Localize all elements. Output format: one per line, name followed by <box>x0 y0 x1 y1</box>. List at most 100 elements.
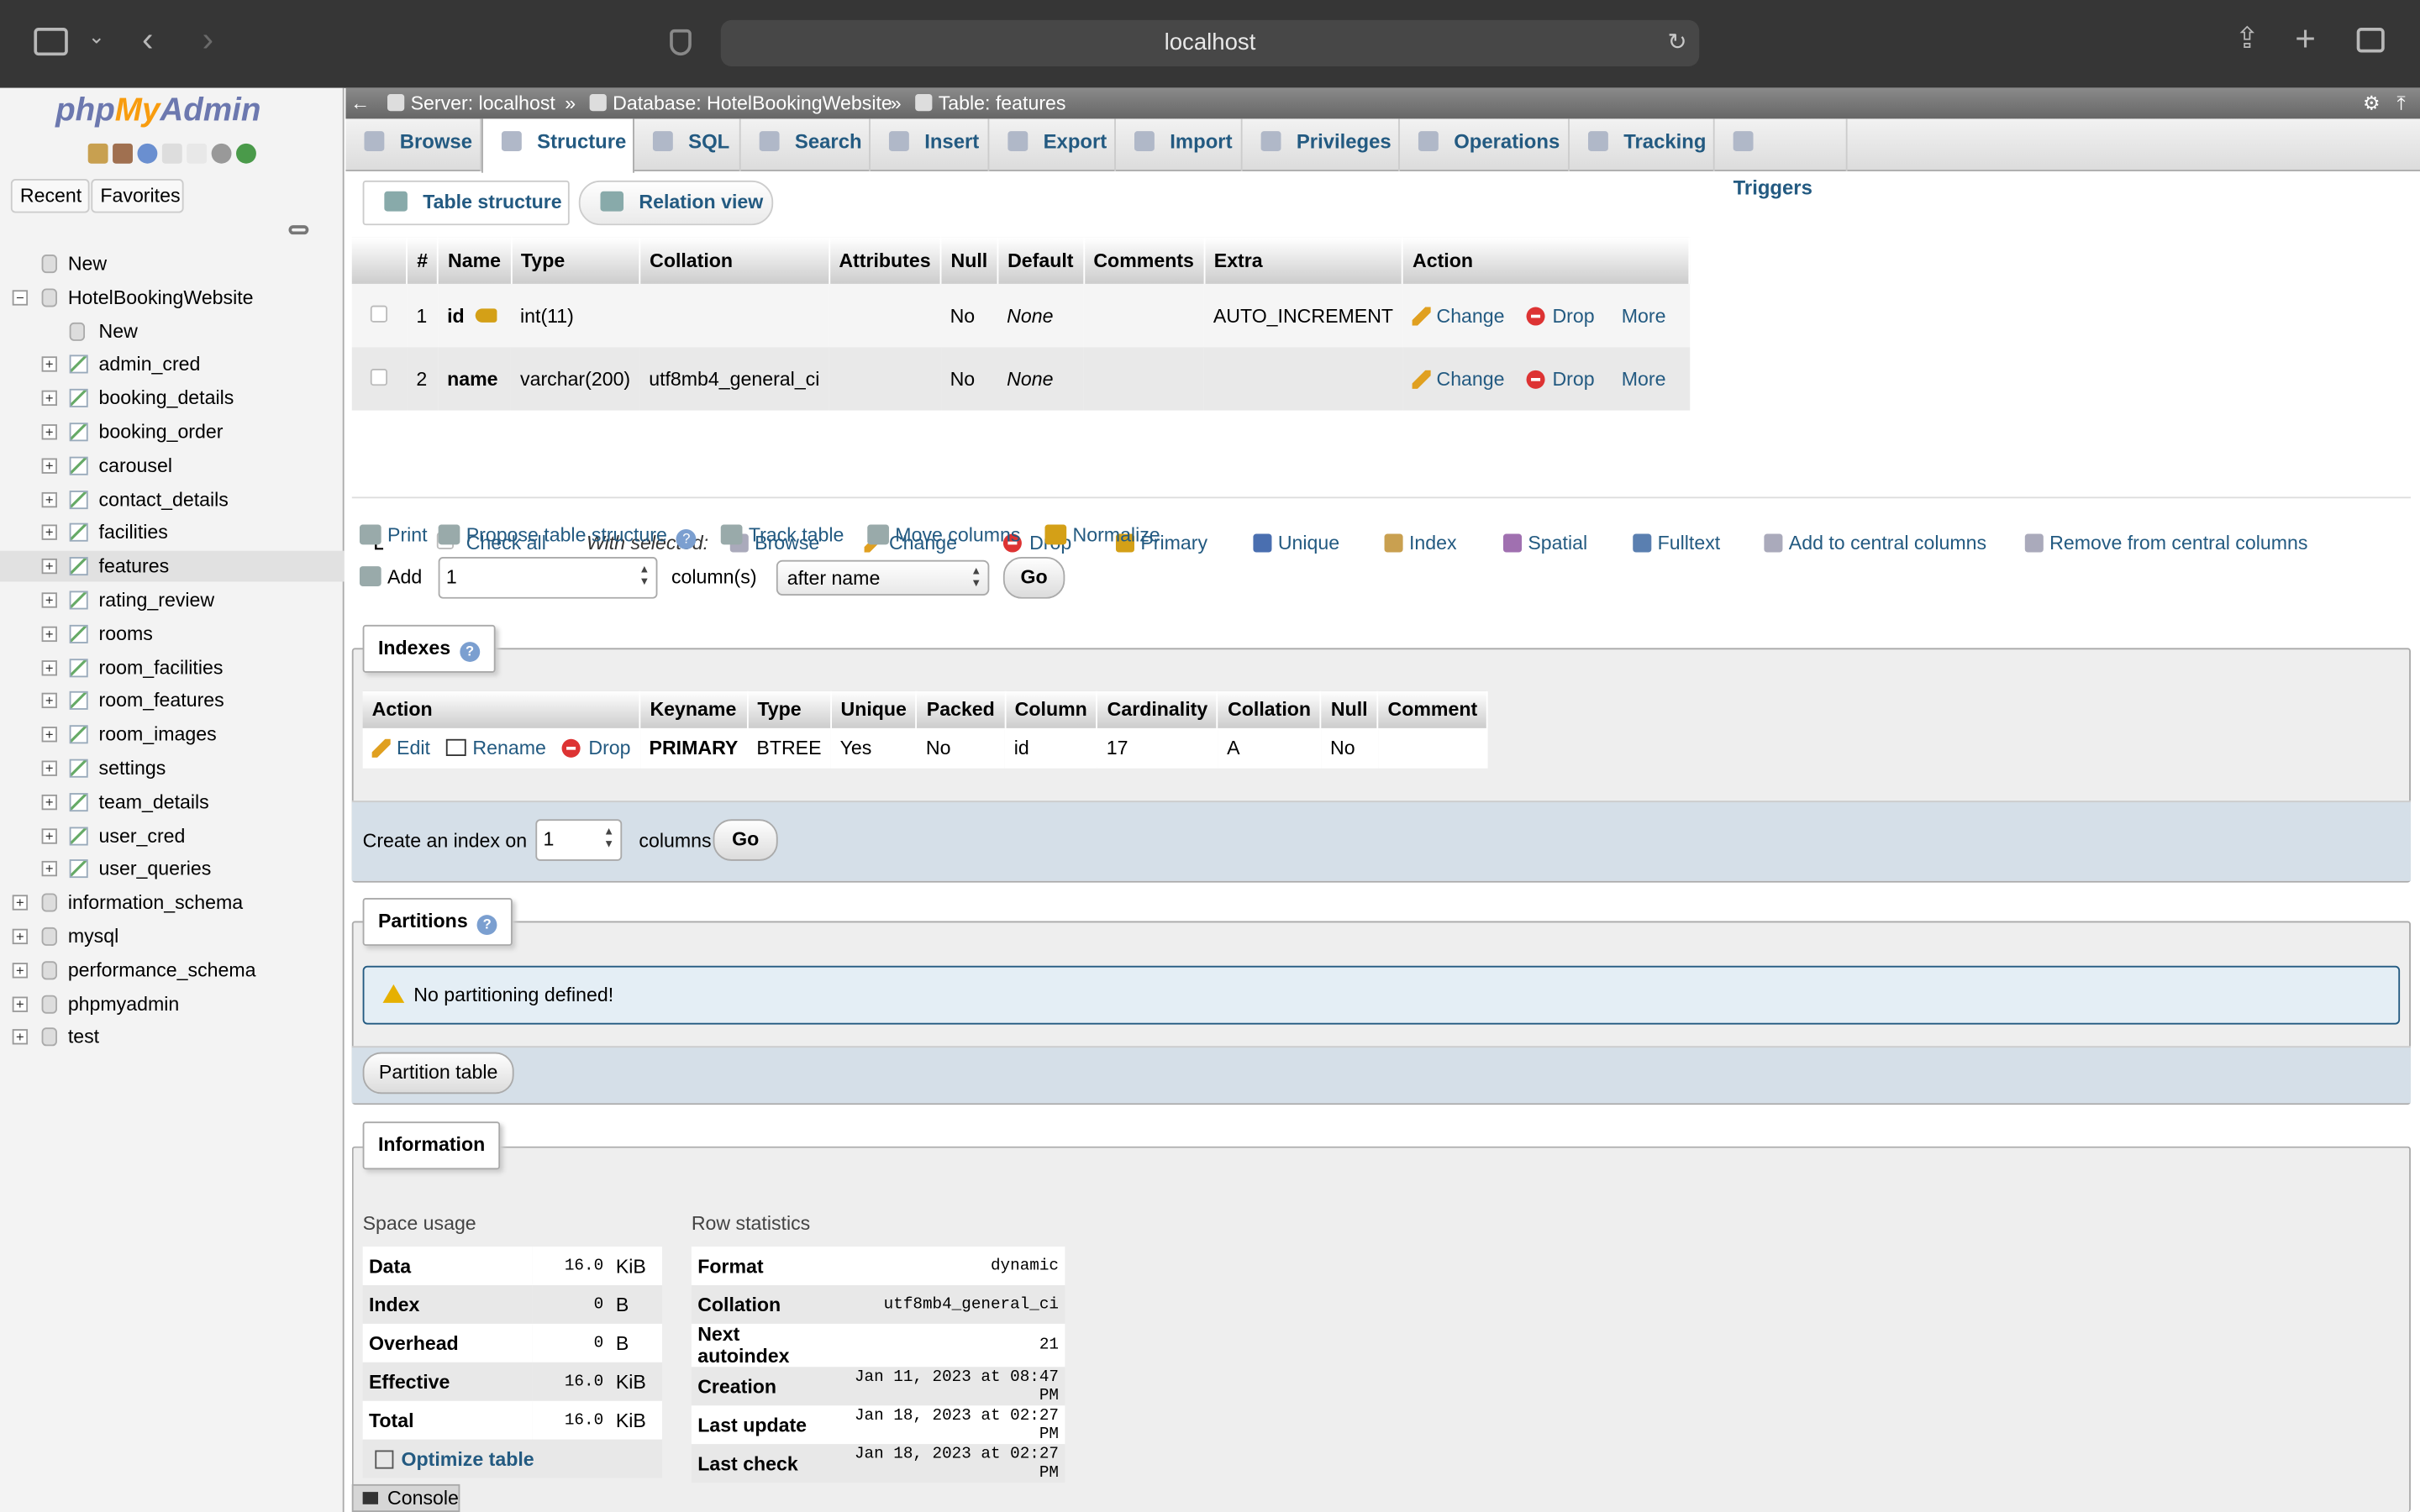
drop-index-button[interactable]: Drop <box>562 738 631 759</box>
phpmyadmin-logo[interactable]: phpMyAdmin <box>55 92 260 129</box>
forward-icon[interactable]: › <box>203 20 213 60</box>
rename-index-button[interactable]: Rename <box>446 738 546 759</box>
tree-item[interactable]: + user_queries <box>0 853 345 885</box>
favorites-button[interactable]: Favorites <box>91 179 184 213</box>
expand-icon[interactable]: + <box>41 592 57 608</box>
move-columns-link[interactable]: Move columns <box>867 523 1020 548</box>
expand-icon[interactable]: + <box>12 928 29 945</box>
tree-item-label[interactable]: test <box>68 1022 99 1053</box>
shield-icon[interactable] <box>670 29 692 56</box>
column-header[interactable]: Extra <box>1203 237 1403 284</box>
tab-triggers[interactable]: Triggers <box>1715 118 1848 199</box>
column-header[interactable]: Default <box>997 237 1085 284</box>
table-row[interactable]: 1 id int(11) No None AUTO_INCREMENT Chan… <box>351 283 1690 348</box>
tab-sql[interactable]: SQL <box>634 118 741 171</box>
add-column-count-input[interactable]: 1 ▲ ▼ <box>438 557 658 599</box>
tab-structure[interactable]: Structure <box>481 118 634 173</box>
column-header[interactable]: Null <box>940 237 999 284</box>
expand-icon[interactable]: + <box>41 827 57 843</box>
new-tab-icon[interactable]: + <box>2295 18 2316 60</box>
add-central-columns-button[interactable]: Add to central columns <box>1764 529 1986 557</box>
subtab-table-structure[interactable]: Table structure <box>362 180 570 226</box>
tree-item[interactable]: + booking_details <box>0 383 345 414</box>
change-button[interactable]: Change <box>1412 305 1505 327</box>
tree-item[interactable]: + user_cred <box>0 820 345 851</box>
tree-item[interactable]: New <box>0 316 345 347</box>
tree-item-label[interactable]: contact_details <box>99 484 229 515</box>
column-position-select[interactable]: after name ▲ ▼ <box>776 559 990 596</box>
tab-overview-icon[interactable] <box>2356 28 2385 53</box>
docs-icon-2[interactable] <box>187 143 208 164</box>
tree-item[interactable]: + rating_review <box>0 585 345 616</box>
expand-icon[interactable]: + <box>41 491 57 507</box>
expand-icon[interactable]: + <box>41 424 57 440</box>
row-checkbox[interactable] <box>371 304 388 322</box>
expand-icon[interactable]: + <box>12 995 29 1012</box>
tab-operations[interactable]: Operations <box>1400 118 1570 171</box>
tree-item-label[interactable]: HotelBookingWebsite <box>68 282 254 313</box>
link-icon[interactable] <box>288 225 309 235</box>
column-header[interactable]: Type <box>510 237 641 284</box>
help-icon[interactable]: ? <box>676 528 697 549</box>
recent-button[interactable]: Recent <box>10 179 90 213</box>
tab-import[interactable]: Import <box>1116 118 1243 171</box>
subtab-relation-view[interactable]: Relation view <box>578 180 774 226</box>
drop-button[interactable]: Drop <box>1526 305 1595 327</box>
tree-item[interactable]: − HotelBookingWebsite <box>0 282 345 313</box>
expand-icon[interactable]: + <box>41 626 57 642</box>
share-icon[interactable]: ⇪ <box>2235 22 2260 57</box>
gear-icon[interactable]: ⚙ <box>2363 88 2381 119</box>
stepper-icon[interactable]: ▲ ▼ <box>639 564 650 589</box>
add-column-go-button[interactable]: Go <box>1002 557 1065 599</box>
tree-item[interactable]: + information_schema <box>0 887 345 918</box>
propose-structure-link[interactable]: Propose table structure? <box>438 523 697 549</box>
create-index-count-input[interactable]: 1 ▲ ▼ <box>535 819 623 861</box>
expand-icon[interactable]: + <box>12 895 29 911</box>
normalize-link[interactable]: Normalize <box>1044 523 1160 548</box>
track-table-link[interactable]: Track table <box>720 523 844 548</box>
optimize-table-link[interactable]: Optimize table <box>363 1440 662 1478</box>
tree-item-label[interactable]: information_schema <box>68 887 243 918</box>
tree-item[interactable]: + performance_schema <box>0 955 345 986</box>
create-index-go-button[interactable]: Go <box>713 819 778 861</box>
tree-item[interactable]: New <box>0 249 345 280</box>
breadcrumb-server[interactable]: Server: localhost <box>387 88 555 119</box>
collapse-icon[interactable]: − <box>12 289 29 306</box>
tree-item[interactable]: + rooms <box>0 618 345 649</box>
breadcrumb-database[interactable]: Database: HotelBookingWebsite <box>589 88 892 119</box>
expand-icon[interactable]: + <box>41 357 57 373</box>
tree-item-label[interactable]: carousel <box>99 450 172 481</box>
breadcrumb-table[interactable]: Table: features <box>915 88 1065 119</box>
tree-item[interactable]: + test <box>0 1022 345 1053</box>
expand-icon[interactable]: + <box>41 659 57 675</box>
remove-central-columns-button[interactable]: Remove from central columns <box>2024 529 2307 557</box>
reload-icon[interactable] <box>236 143 256 164</box>
tree-item-label[interactable]: room_images <box>99 719 217 750</box>
tree-item-label[interactable]: admin_cred <box>99 349 201 381</box>
bulk-spatial-button[interactable]: Spatial <box>1502 529 1587 557</box>
tab-privileges[interactable]: Privileges <box>1243 118 1400 171</box>
tree-item-label[interactable]: rating_review <box>99 585 215 616</box>
help-icon[interactable]: ? <box>476 915 497 936</box>
home-icon[interactable] <box>87 143 108 164</box>
tree-item[interactable]: + team_details <box>0 786 345 817</box>
tree-item[interactable]: + settings <box>0 753 345 784</box>
row-checkbox[interactable] <box>371 368 388 386</box>
expand-icon[interactable]: + <box>41 794 57 810</box>
tree-item[interactable]: + facilities <box>0 517 345 549</box>
exit-icon[interactable] <box>113 143 133 164</box>
tree-item-label[interactable]: rooms <box>99 618 153 649</box>
console-toggle[interactable]: Console <box>351 1483 460 1512</box>
reload-icon[interactable]: ↻ <box>1667 20 1686 66</box>
tree-item-label[interactable]: New <box>68 249 107 280</box>
tab-tracking[interactable]: Tracking <box>1570 118 1715 171</box>
expand-icon[interactable]: + <box>41 727 57 743</box>
tree-item-label[interactable]: room_facilities <box>99 652 224 683</box>
edit-index-button[interactable]: Edit <box>371 738 430 759</box>
tree-item-label[interactable]: user_queries <box>99 853 212 885</box>
bulk-index-button[interactable]: Index <box>1384 529 1457 557</box>
tree-item[interactable]: + contact_details <box>0 484 345 515</box>
tree-item-label[interactable]: user_cred <box>99 820 186 851</box>
print-link[interactable]: Print <box>359 523 428 548</box>
column-header[interactable]: Attributes <box>829 237 942 284</box>
